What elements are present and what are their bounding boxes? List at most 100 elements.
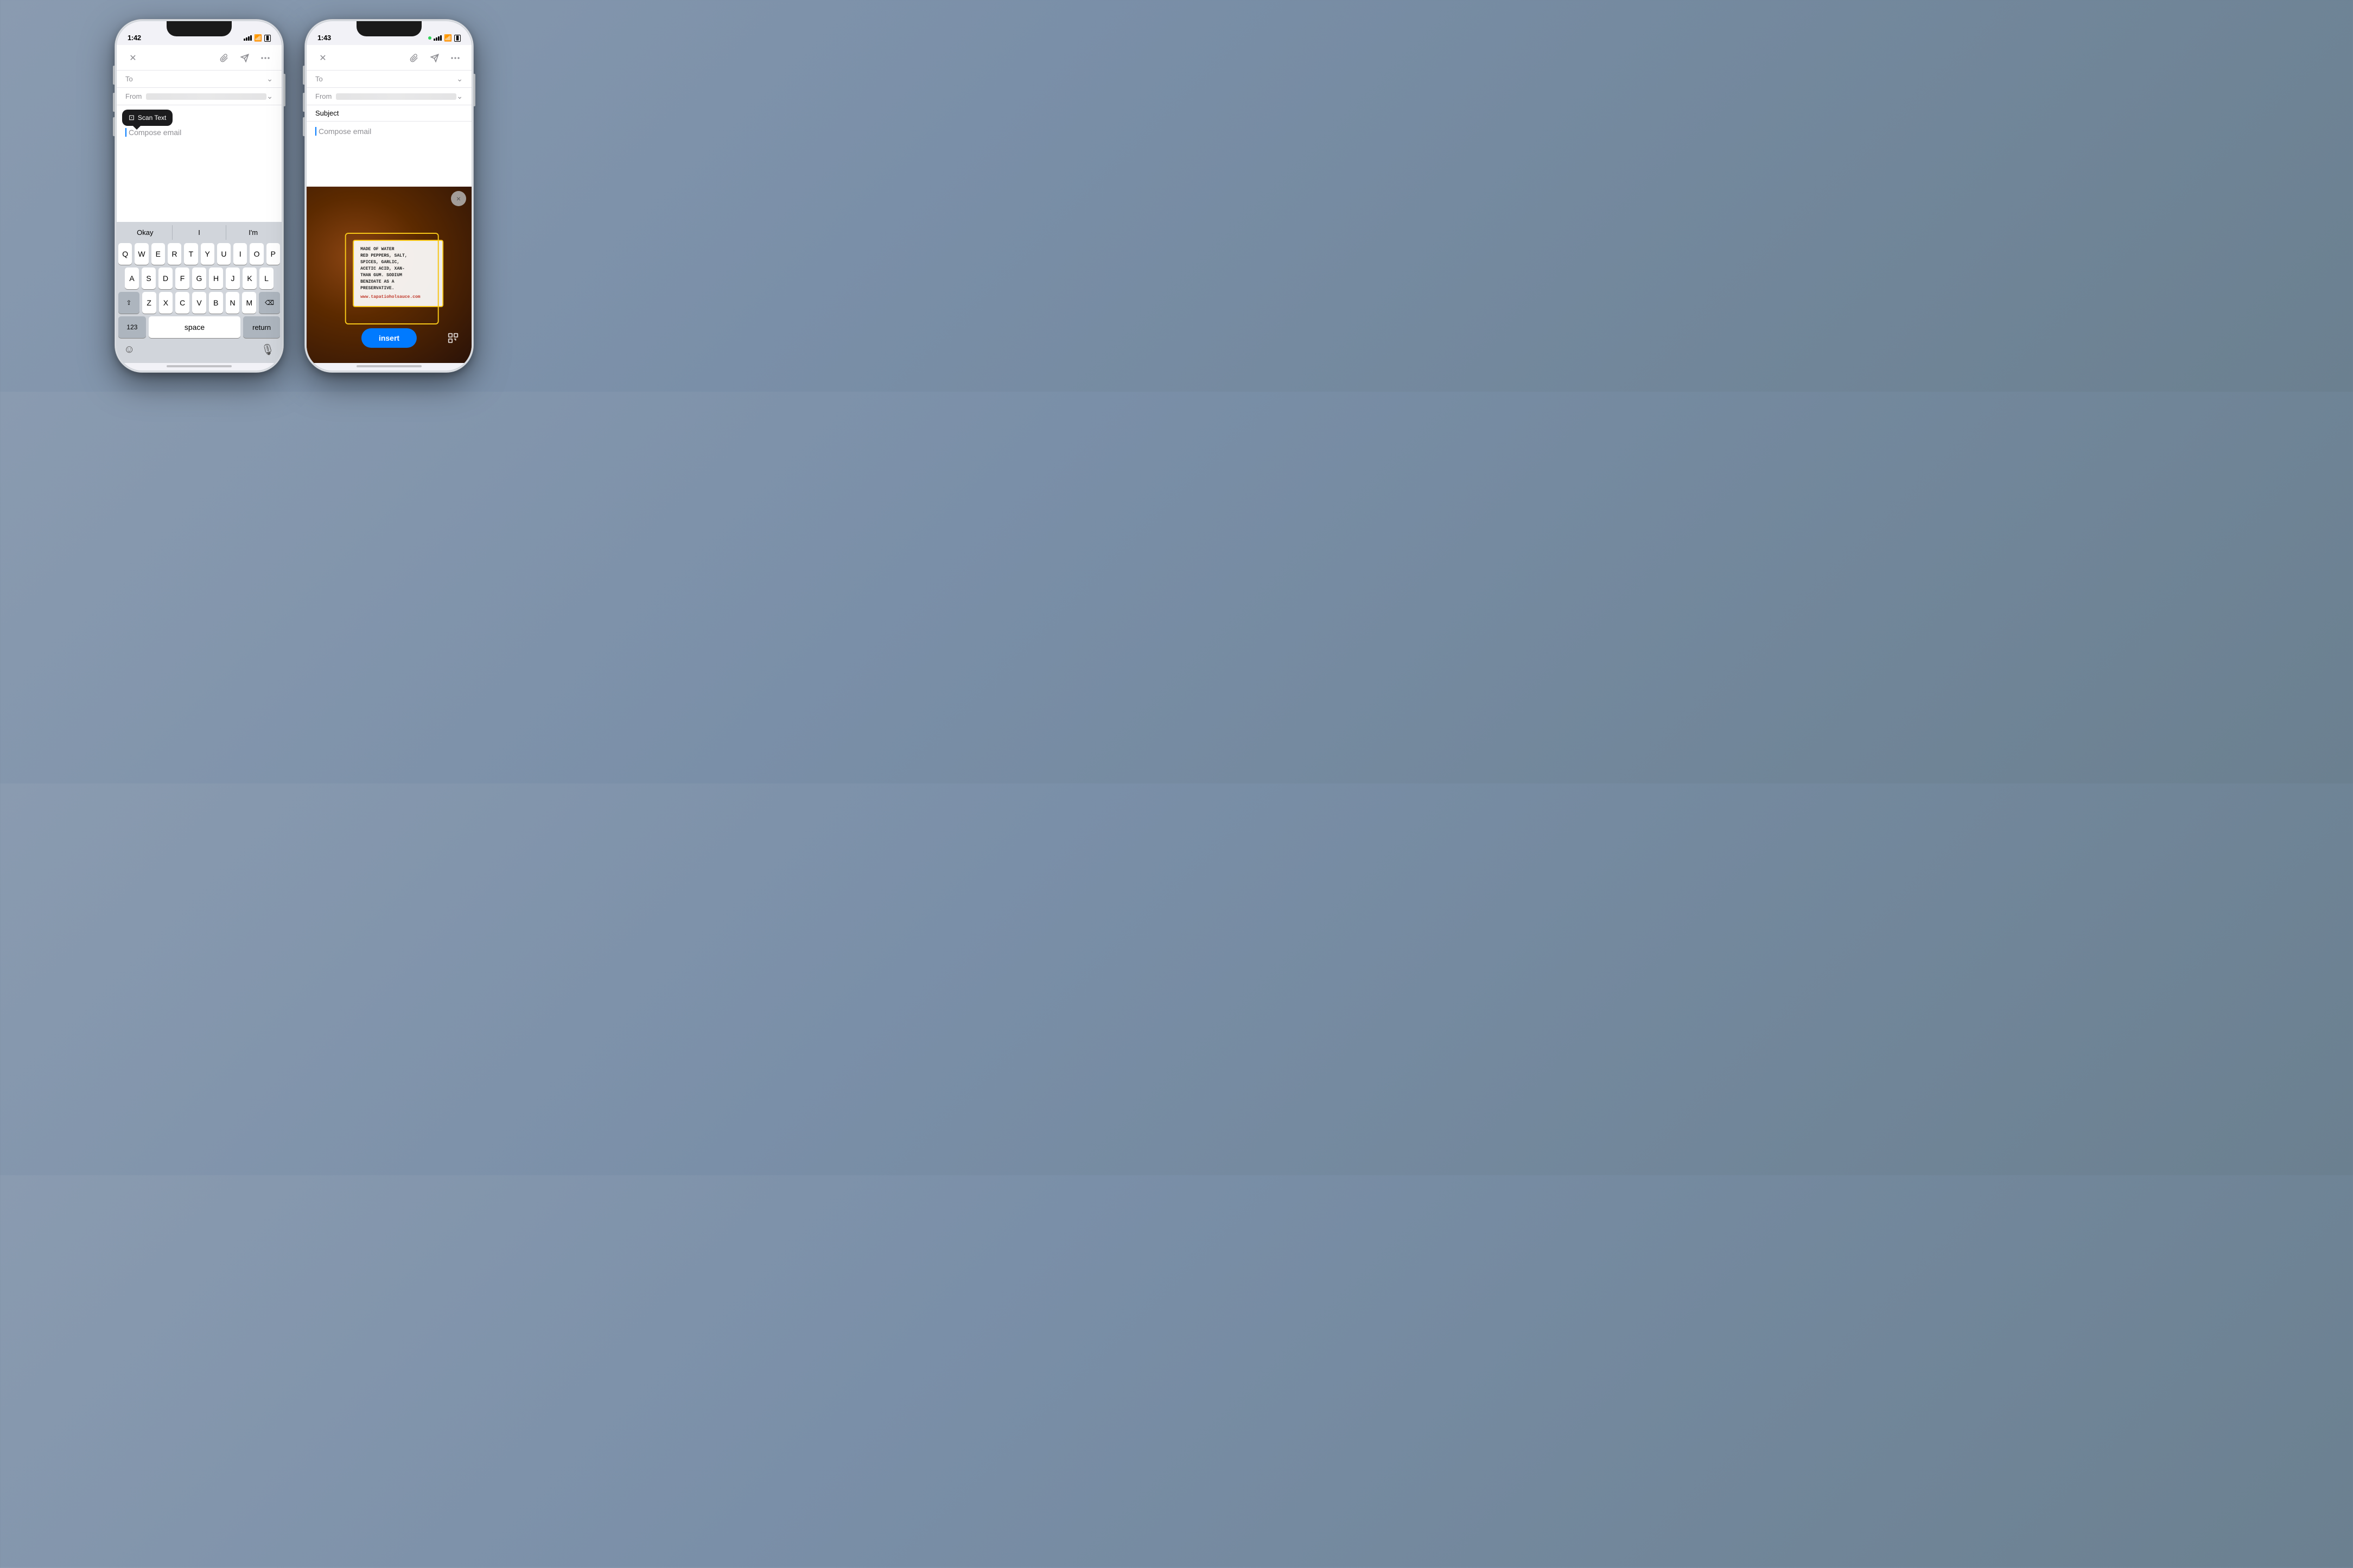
to-chevron-left[interactable]: ⌄ xyxy=(266,74,273,84)
notch-left xyxy=(167,21,232,36)
battery-icon-right: ▮ xyxy=(454,35,461,42)
from-field-right[interactable]: From ⌄ xyxy=(307,87,472,105)
signal-icon xyxy=(244,35,252,41)
key-t[interactable]: T xyxy=(184,243,198,265)
key-123[interactable]: 123 xyxy=(118,316,146,338)
home-indicator-left xyxy=(167,365,232,367)
insert-button[interactable]: insert xyxy=(361,328,417,348)
camera-overlay: MADE OF WATER RED PEPPERS, SALT, SPICES,… xyxy=(307,187,472,363)
close-button-left[interactable]: ✕ xyxy=(125,50,141,66)
scan-text-label: Scan Text xyxy=(138,114,166,122)
time-left: 1:42 xyxy=(128,34,141,42)
key-b[interactable]: B xyxy=(209,292,223,314)
suggestion-okay[interactable]: Okay xyxy=(118,225,173,240)
time-right: 1:43 xyxy=(317,34,331,42)
key-space[interactable]: space xyxy=(149,316,240,338)
key-g[interactable]: G xyxy=(192,267,206,289)
to-field-left[interactable]: To ⌄ xyxy=(117,70,282,87)
signal-icon-right xyxy=(434,35,442,41)
key-m[interactable]: M xyxy=(242,292,256,314)
battery-icon: ▮ xyxy=(264,35,271,42)
label-url: www.tapatioholsauce.com xyxy=(360,294,436,301)
more-button-left[interactable] xyxy=(258,50,273,66)
emoji-icon[interactable]: ☺ xyxy=(124,343,135,356)
key-r[interactable]: R xyxy=(168,243,181,265)
keyboard-left: Okay I I'm Q W E R T Y U I O P A S D xyxy=(117,222,282,363)
compose-placeholder-left: Compose email xyxy=(125,128,273,137)
email-toolbar-right: ✕ xyxy=(307,45,472,70)
key-w[interactable]: W xyxy=(135,243,148,265)
phone-right: 1:43 📶 ▮ ✕ xyxy=(305,20,473,372)
notch-right xyxy=(357,21,422,36)
email-body-left[interactable]: ⊡ Scan Text Compose email xyxy=(117,105,282,222)
key-d[interactable]: D xyxy=(158,267,173,289)
key-c[interactable]: C xyxy=(175,292,189,314)
key-z[interactable]: Z xyxy=(142,292,156,314)
from-value-blurred-right xyxy=(336,93,456,100)
mic-icon[interactable]: 🎙 xyxy=(261,343,275,356)
scan-viewfinder-button[interactable] xyxy=(443,328,463,348)
attach-button-left[interactable] xyxy=(217,50,232,66)
cursor-right xyxy=(315,127,316,136)
keyboard-bottom-left: ☺ 🎙 xyxy=(118,341,280,361)
from-value-blurred-left xyxy=(146,93,266,100)
toolbar-right-right xyxy=(406,50,463,66)
key-u[interactable]: U xyxy=(217,243,231,265)
from-field-left[interactable]: From ⌄ xyxy=(117,87,282,105)
key-l[interactable]: L xyxy=(259,267,274,289)
to-chevron-right[interactable]: ⌄ xyxy=(456,74,463,84)
key-f[interactable]: F xyxy=(175,267,189,289)
from-label-left: From xyxy=(125,92,146,100)
email-header-left: ✕ To ⌄ From xyxy=(117,45,282,105)
key-p[interactable]: P xyxy=(266,243,280,265)
home-indicator-right xyxy=(357,365,422,367)
to-field-right[interactable]: To ⌄ xyxy=(307,70,472,87)
key-x[interactable]: X xyxy=(159,292,173,314)
green-dot xyxy=(428,36,431,40)
compose-placeholder-right: Compose email xyxy=(315,127,463,136)
key-row-bottom: 123 space return xyxy=(118,316,280,338)
key-s[interactable]: S xyxy=(142,267,156,289)
close-scan-button[interactable]: × xyxy=(451,191,466,206)
key-j[interactable]: J xyxy=(226,267,240,289)
key-k[interactable]: K xyxy=(243,267,257,289)
key-o[interactable]: O xyxy=(250,243,263,265)
from-chevron-right[interactable]: ⌄ xyxy=(456,92,463,101)
email-body-right[interactable]: Compose email xyxy=(307,122,472,187)
keyboard-suggestions-left: Okay I I'm xyxy=(118,225,280,240)
key-a[interactable]: A xyxy=(125,267,139,289)
from-label-right: From xyxy=(315,92,336,100)
email-toolbar-left: ✕ xyxy=(117,45,282,70)
status-icons-left: 📶 ▮ xyxy=(244,34,271,42)
suggestion-im[interactable]: I'm xyxy=(226,225,280,240)
from-chevron-left[interactable]: ⌄ xyxy=(266,92,273,101)
key-i[interactable]: I xyxy=(233,243,247,265)
key-return[interactable]: return xyxy=(243,316,280,338)
key-e[interactable]: E xyxy=(151,243,165,265)
send-button-right[interactable] xyxy=(427,50,442,66)
key-shift[interactable]: ⇧ xyxy=(118,292,139,314)
key-q[interactable]: Q xyxy=(118,243,132,265)
key-v[interactable]: V xyxy=(192,292,206,314)
subject-field-right[interactable]: Subject xyxy=(307,105,472,121)
key-n[interactable]: N xyxy=(226,292,240,314)
more-button-right[interactable] xyxy=(448,50,463,66)
suggestion-i[interactable]: I xyxy=(173,225,227,240)
to-label-left: To xyxy=(125,75,146,83)
attach-button-right[interactable] xyxy=(406,50,422,66)
key-row-2: A S D F G H J K L xyxy=(118,267,280,289)
key-h[interactable]: H xyxy=(209,267,223,289)
send-button-left[interactable] xyxy=(237,50,252,66)
scan-text-tooltip[interactable]: ⊡ Scan Text xyxy=(122,110,173,126)
wifi-icon-right: 📶 xyxy=(444,34,452,42)
key-row-1: Q W E R T Y U I O P xyxy=(118,243,280,265)
wifi-icon: 📶 xyxy=(254,34,262,42)
status-icons-right: 📶 ▮ xyxy=(428,34,461,42)
key-backspace[interactable]: ⌫ xyxy=(259,292,280,314)
phone-left: 1:42 📶 ▮ ✕ xyxy=(115,20,283,372)
close-button-right[interactable]: ✕ xyxy=(315,50,330,66)
scan-text-icon: ⊡ xyxy=(129,113,135,122)
key-y[interactable]: Y xyxy=(201,243,214,265)
key-row-3: ⇧ Z X C V B N M ⌫ xyxy=(118,292,280,314)
scanned-label-area: MADE OF WATER RED PEPPERS, SALT, SPICES,… xyxy=(353,240,443,307)
